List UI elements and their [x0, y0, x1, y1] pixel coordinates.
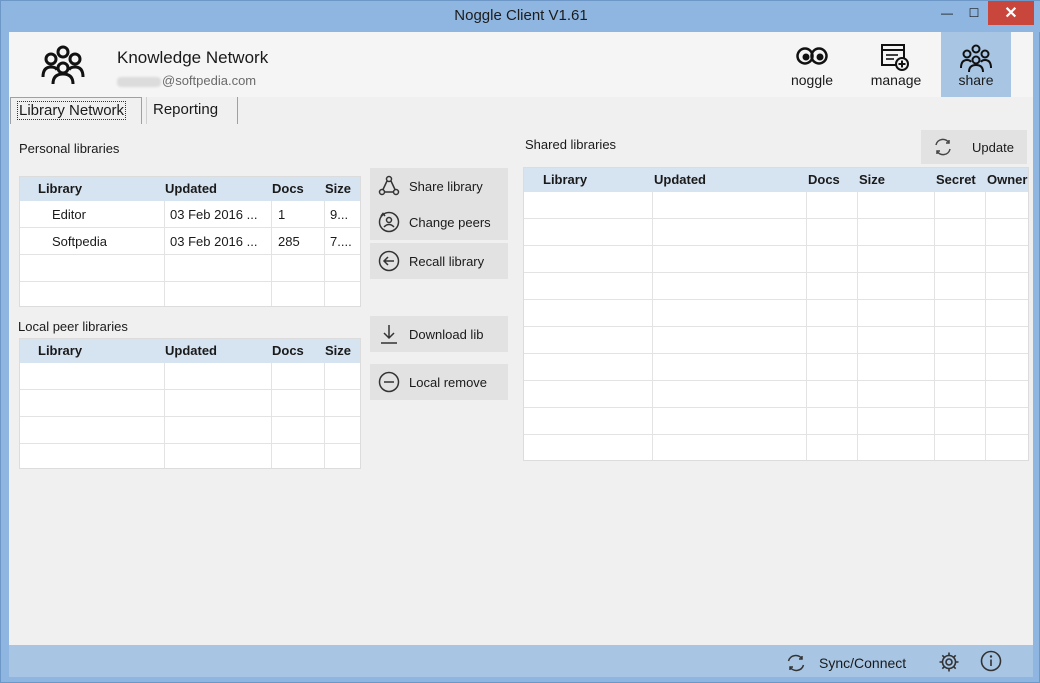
button-label: Recall library [409, 253, 485, 269]
window-title: Noggle Client V1.61 [454, 7, 588, 24]
email-domain: @softpedia.com [162, 73, 257, 88]
app-window: Noggle Client V1.61 — ☐ ✕ Knowledge Netw… [0, 0, 1040, 683]
row-divider [524, 353, 1028, 354]
tab-label: Library Network [17, 101, 127, 120]
tab-reporting[interactable]: Reporting [146, 97, 238, 124]
nav-label: manage [870, 72, 922, 88]
column-header[interactable]: Library [38, 343, 82, 358]
sync-icon [787, 654, 805, 672]
table-cell-updated[interactable]: 03 Feb 2016 ... [170, 207, 257, 222]
row-divider [524, 272, 1028, 273]
client-area: Knowledge Network @softpedia.com noggle [9, 32, 1033, 645]
blurred-username [117, 76, 161, 87]
column-header[interactable]: Docs [808, 172, 840, 187]
refresh-icon [935, 138, 951, 156]
maximize-button[interactable]: ☐ [961, 1, 987, 25]
status-bar: Sync/Connect [9, 645, 1033, 677]
recall-library-button[interactable]: Recall library [370, 243, 508, 279]
minus-circle-icon [378, 371, 400, 393]
row-divider [524, 434, 1028, 435]
change-peers-icon [378, 211, 400, 233]
tab-library-network[interactable]: Library Network [10, 97, 142, 124]
share-nodes-icon [378, 175, 400, 196]
button-label: Share library [409, 178, 483, 194]
change-peers-button[interactable]: Change peers [370, 204, 508, 240]
user-email: @softpedia.com [117, 73, 256, 88]
row-divider [20, 443, 360, 444]
eyes-icon [796, 47, 828, 65]
column-header[interactable]: Library [38, 181, 82, 196]
row-divider [20, 281, 360, 282]
button-label: Download lib [409, 326, 484, 342]
table-cell-library[interactable]: Softpedia [52, 234, 107, 249]
table-cell-updated[interactable]: 03 Feb 2016 ... [170, 234, 257, 249]
local-remove-button[interactable]: Local remove [370, 364, 508, 400]
info-icon[interactable] [980, 650, 1002, 672]
download-lib-button[interactable]: Download lib [370, 316, 508, 352]
column-header[interactable]: Updated [165, 343, 217, 358]
row-divider [20, 254, 360, 255]
shared-libraries-label: Shared libraries [525, 137, 617, 152]
column-header[interactable]: Updated [654, 172, 706, 187]
manage-icon [881, 44, 909, 71]
header: Knowledge Network @softpedia.com noggle [9, 32, 1033, 97]
table-cell-size[interactable]: 9... [330, 207, 348, 222]
share-library-button[interactable]: Share library [370, 168, 508, 204]
tab-bar: Library Network Reporting [9, 97, 1033, 124]
column-header[interactable]: Updated [165, 181, 217, 196]
shared-libraries-grid[interactable]: Library Updated Docs Size Secret Owner [523, 167, 1029, 461]
nav-noggle[interactable]: noggle [777, 32, 847, 97]
row-divider [20, 416, 360, 417]
arrow-left-circle-icon [378, 250, 400, 272]
sync-connect-button[interactable]: Sync/Connect [785, 651, 906, 675]
sync-label: Sync/Connect [819, 655, 907, 671]
table-cell-size[interactable]: 7.... [330, 234, 352, 249]
button-label: Local remove [409, 374, 488, 390]
column-header[interactable]: Docs [272, 181, 304, 196]
nav-share[interactable]: share [941, 32, 1011, 97]
personal-libraries-label: Personal libraries [19, 141, 120, 156]
row-divider [524, 407, 1028, 408]
column-header[interactable]: Size [325, 343, 351, 358]
column-header[interactable]: Size [325, 181, 351, 196]
row-divider [524, 299, 1028, 300]
table-cell-docs[interactable]: 1 [278, 207, 285, 222]
tab-label: Reporting [153, 101, 219, 118]
close-button[interactable]: ✕ [988, 1, 1034, 25]
gear-icon[interactable] [938, 651, 960, 673]
download-icon [381, 325, 397, 344]
column-header[interactable]: Library [543, 172, 587, 187]
row-divider [524, 380, 1028, 381]
row-divider [524, 218, 1028, 219]
network-title: Knowledge Network [117, 48, 269, 67]
row-divider [20, 227, 360, 228]
row-divider [524, 245, 1028, 246]
row-divider [524, 326, 1028, 327]
column-header[interactable]: Size [859, 172, 885, 187]
column-header[interactable]: Secret [936, 172, 976, 187]
nav-label: share [958, 72, 994, 88]
row-divider [20, 389, 360, 390]
column-header[interactable]: Docs [272, 343, 304, 358]
button-label: Change peers [409, 214, 491, 230]
people-group-icon [41, 45, 85, 84]
table-cell-docs[interactable]: 285 [278, 234, 300, 249]
title-bar: Noggle Client V1.61 — ☐ ✕ [1, 1, 1040, 32]
personal-libraries-grid[interactable]: Library Updated Docs Size Editor 03 Feb … [19, 176, 361, 307]
people-icon [960, 44, 992, 72]
local-peer-libraries-grid[interactable]: Library Updated Docs Size [19, 338, 361, 469]
update-button[interactable]: Update [921, 130, 1027, 164]
button-label: Update [972, 139, 1014, 155]
table-cell-library[interactable]: Editor [52, 207, 86, 222]
nav-manage[interactable]: manage [861, 32, 931, 97]
local-peer-libraries-label: Local peer libraries [18, 319, 128, 334]
nav-label: noggle [790, 72, 834, 88]
column-header[interactable]: Owner [987, 172, 1027, 187]
minimize-button[interactable]: — [934, 1, 960, 25]
